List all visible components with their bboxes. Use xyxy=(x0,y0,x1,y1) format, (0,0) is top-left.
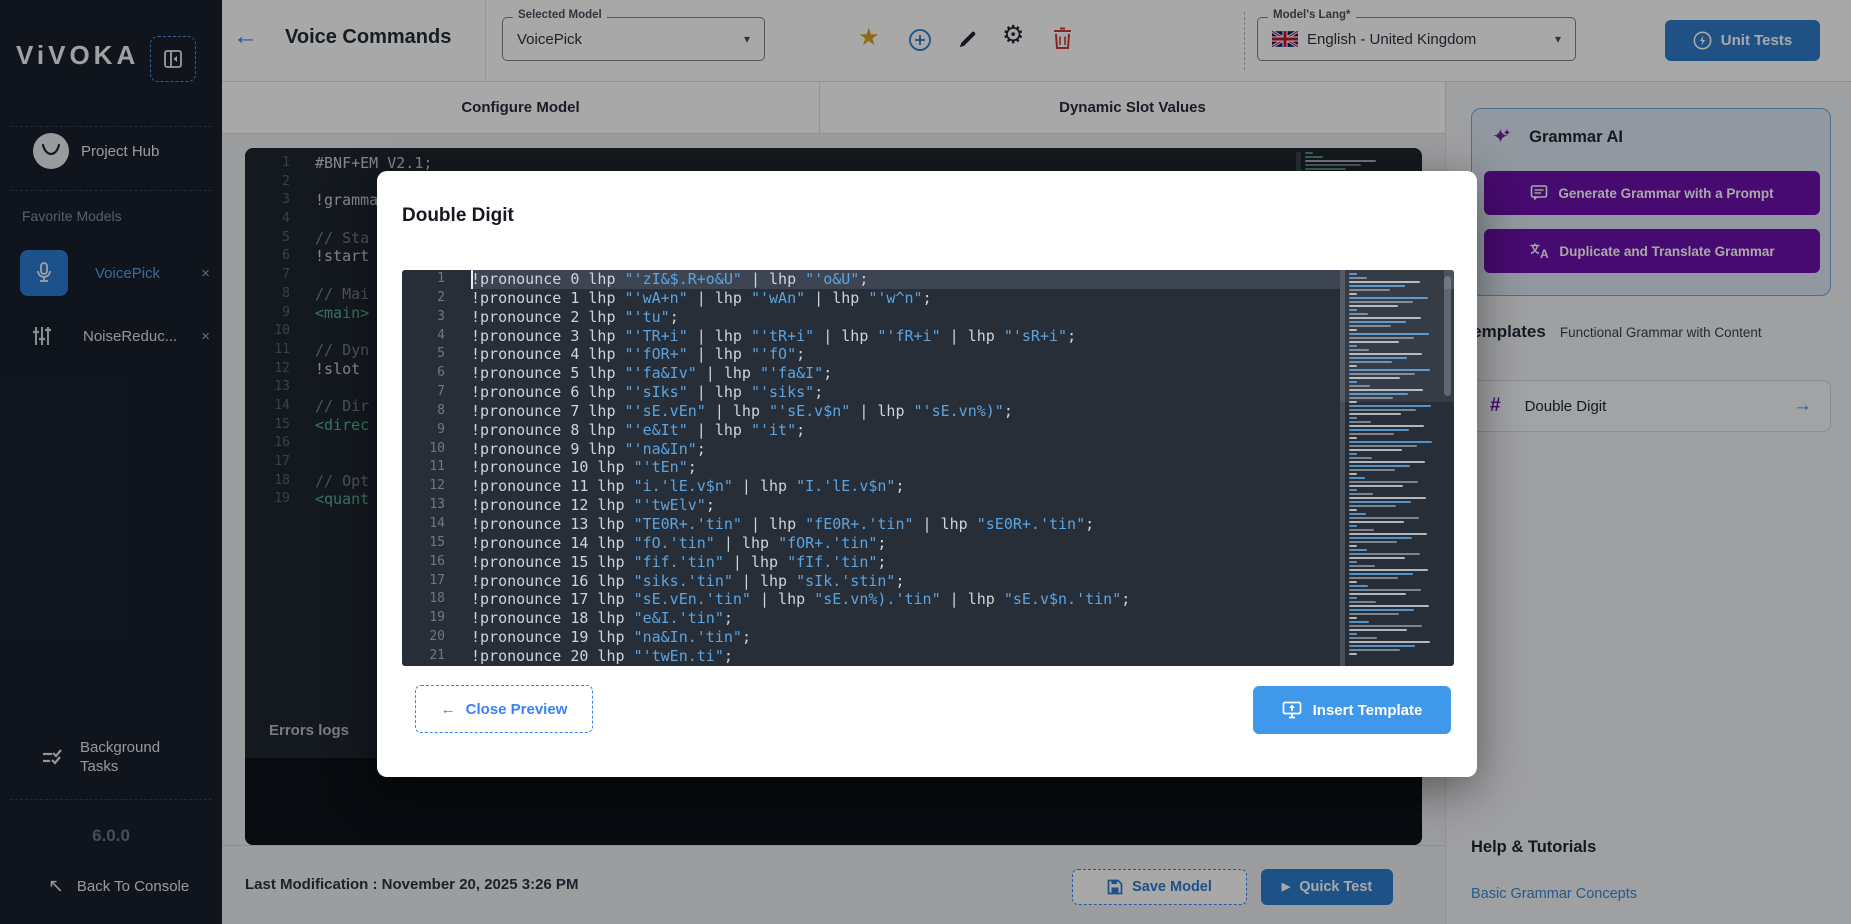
template-code-line: 6!pronounce 5 lhp "'fa&Iv" | lhp "'fa&I"… xyxy=(402,364,1454,383)
template-code-preview[interactable]: 1!pronounce 0 lhp "'zI&$.R+o&U" | lhp "'… xyxy=(402,270,1454,666)
insert-screen-icon xyxy=(1282,701,1302,719)
template-code-line: 12!pronounce 11 lhp "i.'lE.v$n" | lhp "I… xyxy=(402,477,1454,496)
modal-title: Double Digit xyxy=(402,205,514,227)
app-root: ViVOKA Project Hub Favorite Models Voice… xyxy=(0,0,1851,924)
template-code-line: 20!pronounce 19 lhp "na&In.'tin"; xyxy=(402,628,1454,647)
close-preview-button[interactable]: ← Close Preview xyxy=(415,685,593,733)
template-code-line: 3!pronounce 2 lhp "'tu"; xyxy=(402,308,1454,327)
template-code-lines: 1!pronounce 0 lhp "'zI&$.R+o&U" | lhp "'… xyxy=(402,270,1454,666)
template-code-line: 8!pronounce 7 lhp "'sE.vEn" | lhp "'sE.v… xyxy=(402,402,1454,421)
template-code-line: 5!pronounce 4 lhp "'fOR+" | lhp "'fO"; xyxy=(402,345,1454,364)
template-code-line: 19!pronounce 18 lhp "e&I.'tin"; xyxy=(402,609,1454,628)
template-code-line: 2!pronounce 1 lhp "'wA+n" | lhp "'wAn" |… xyxy=(402,289,1454,308)
insert-template-button[interactable]: Insert Template xyxy=(1253,686,1451,734)
template-code-line: 7!pronounce 6 lhp "'sIks" | lhp "'siks"; xyxy=(402,383,1454,402)
template-code-line: 1!pronounce 0 lhp "'zI&$.R+o&U" | lhp "'… xyxy=(402,270,1454,289)
close-preview-label: Close Preview xyxy=(466,701,568,718)
template-code-line: 21!pronounce 20 lhp "'twEn.ti"; xyxy=(402,647,1454,666)
insert-template-label: Insert Template xyxy=(1313,702,1423,719)
code-scrollbar-thumb[interactable] xyxy=(1444,276,1451,396)
template-code-line: 17!pronounce 16 lhp "siks.'tin" | lhp "s… xyxy=(402,572,1454,591)
template-code-line: 11!pronounce 10 lhp "'tEn"; xyxy=(402,458,1454,477)
template-code-line: 16!pronounce 15 lhp "fif.'tin" | lhp "fI… xyxy=(402,553,1454,572)
template-code-line: 14!pronounce 13 lhp "TE0R+.'tin" | lhp "… xyxy=(402,515,1454,534)
template-code-line: 9!pronounce 8 lhp "'e&It" | lhp "'it"; xyxy=(402,421,1454,440)
template-code-line: 18!pronounce 17 lhp "sE.vEn.'tin" | lhp … xyxy=(402,590,1454,609)
left-arrow-icon: ← xyxy=(441,701,456,718)
template-code-line: 4!pronounce 3 lhp "'TR+i" | lhp "'tR+i" … xyxy=(402,327,1454,346)
template-code-line: 13!pronounce 12 lhp "'twElv"; xyxy=(402,496,1454,515)
template-code-line: 10!pronounce 9 lhp "'na&In"; xyxy=(402,440,1454,459)
template-preview-modal: Double Digit 1!pronounce 0 lhp "'zI&$.R+… xyxy=(377,171,1477,777)
modal-code-minimap[interactable] xyxy=(1340,270,1444,666)
template-code-line: 15!pronounce 14 lhp "fO.'tin" | lhp "fOR… xyxy=(402,534,1454,553)
